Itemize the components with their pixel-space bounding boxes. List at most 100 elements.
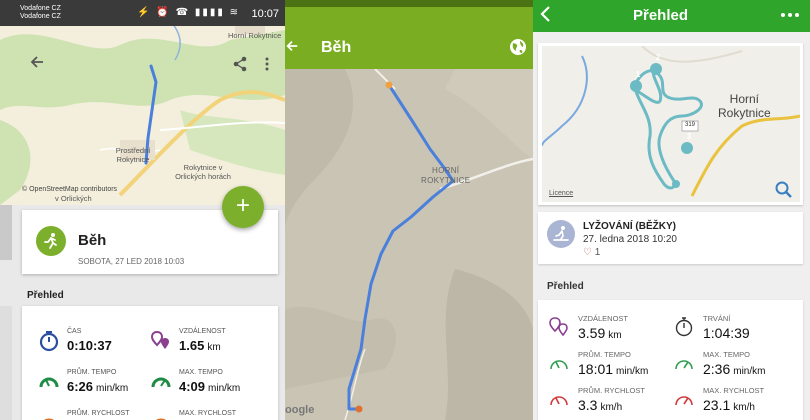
skiing-icon xyxy=(547,220,575,248)
stat-number: 3.3 xyxy=(578,397,598,413)
stat-number: 18:01 xyxy=(578,361,614,377)
gauge-icon xyxy=(675,396,693,406)
stats-card: ČAS 0:10:37 VZDÁLENOST 1.65 km PRŮM. TEMP… xyxy=(22,306,278,420)
route-marker: 1 xyxy=(635,70,641,79)
stat-value: 18:01 min/km xyxy=(578,361,648,377)
stat-unit: km/h xyxy=(733,402,755,413)
activity-date: 27. ledna 2018 10:20 xyxy=(583,234,677,245)
route-pins-icon xyxy=(150,330,169,349)
globe-icon[interactable] xyxy=(509,38,527,61)
running-icon xyxy=(36,226,66,256)
status-icons: ⚡ ⏰ ☎ ▮▮▮▮ ≋ xyxy=(137,7,240,18)
stat-label: MAX. RYCHLOST xyxy=(179,410,237,417)
magnifier-icon[interactable] xyxy=(775,181,793,199)
stat-number: 3.59 xyxy=(578,325,606,341)
stat-label: VZDÁLENOST xyxy=(179,328,226,335)
stat-number: 2:36 xyxy=(703,361,731,377)
stat-label: PRŮM. TEMPO xyxy=(578,350,631,359)
gauge-icon xyxy=(44,418,54,420)
stat-number: 1:04:39 xyxy=(703,325,750,341)
stat-unit: km xyxy=(207,342,221,353)
gauge-icon xyxy=(550,396,568,406)
town-line: ROKYTNICE xyxy=(421,176,471,185)
more-horizontal-icon[interactable] xyxy=(780,6,800,22)
stat-label: TRVÁNÍ xyxy=(703,314,731,323)
stopwatch-icon xyxy=(39,331,59,352)
page-title: Přehled xyxy=(632,7,689,24)
stat-label: MAX. TEMPO xyxy=(179,369,223,376)
gauge-icon xyxy=(156,418,166,420)
stat-value: 1.65 km xyxy=(179,338,221,353)
page-title: Běh xyxy=(321,39,352,56)
like-button[interactable]: ♡ 1 xyxy=(583,247,600,258)
map-town-label: HORNÍ ROKYTNICE xyxy=(421,166,470,186)
stat-unit: min/km xyxy=(208,383,241,394)
gauge-icon xyxy=(39,377,59,388)
stat-unit: km/h xyxy=(600,402,623,413)
route-map-card[interactable]: 1 2 3 319 Horní Rokytnice Licence xyxy=(538,43,803,205)
carrier-label: Vodafone CZ xyxy=(20,5,61,12)
status-time: 10:07 xyxy=(251,8,279,20)
map-place-label: Prostřední Rokytnice xyxy=(115,146,151,164)
like-count: 1 xyxy=(594,247,601,258)
stat-value: 1:04:39 xyxy=(703,325,753,341)
town-line: Horní xyxy=(729,92,760,106)
back-arrow-icon[interactable] xyxy=(29,54,45,75)
share-icon[interactable] xyxy=(232,56,248,77)
activity-name: Běh xyxy=(78,232,107,249)
route-pins-icon xyxy=(549,317,568,337)
stat-label: PRŮM. RYCHLOST xyxy=(67,410,130,417)
town-line: HORNÍ xyxy=(432,166,460,175)
map-place-label: v Orlických xyxy=(55,194,92,203)
stat-value: 4:09 min/km xyxy=(179,379,240,394)
stat-number: 0:10:37 xyxy=(67,338,112,353)
route-marker: 3 xyxy=(686,132,692,141)
gauge-icon xyxy=(151,377,171,388)
app-bar: Běh xyxy=(285,7,533,69)
side-strip xyxy=(0,205,12,260)
stat-label: ČAS xyxy=(67,328,82,335)
app-screen-3: Přehled 1 2 3 319 Horní Rokytnice Licenc… xyxy=(533,0,810,420)
stat-label: PRŮM. TEMPO xyxy=(67,369,117,376)
stat-value: 3.3 km/h xyxy=(578,397,622,413)
stats-card: VZDÁLENOST 3.59 km TRVÁNÍ 1:04:39 PRŮM. T… xyxy=(538,300,803,420)
heart-icon: ♡ xyxy=(583,247,592,258)
stat-value: 6:26 min/km xyxy=(67,379,128,394)
stat-label: MAX. TEMPO xyxy=(703,350,750,359)
status-bar xyxy=(285,0,533,7)
map-credit[interactable]: © OpenStreetMap contributors xyxy=(22,186,117,193)
gauge-icon xyxy=(675,360,693,370)
stat-value: 3.59 km xyxy=(578,325,622,341)
map-view[interactable] xyxy=(285,69,533,420)
section-title: Přehled xyxy=(547,281,584,292)
stat-unit: km xyxy=(608,330,622,341)
map-place-label: Horní Rokytnice xyxy=(228,31,282,40)
town-line: Rokytnice xyxy=(718,106,771,120)
stat-unit: min/km xyxy=(733,366,766,377)
route-marker: 2 xyxy=(655,53,661,62)
stat-number: 23.1 xyxy=(703,397,731,413)
licence-link[interactable]: Licence xyxy=(549,190,573,197)
stat-value: 2:36 min/km xyxy=(703,361,765,377)
stat-value: 23.1 km/h xyxy=(703,397,755,413)
stat-number: 6:26 xyxy=(67,379,94,394)
app-screen-1: Horní Rokytnice Prostřední Rokytnice Rok… xyxy=(0,0,285,420)
gauge-icon xyxy=(550,360,568,370)
stat-label: VZDÁLENOST xyxy=(578,314,629,323)
stat-unit: min/km xyxy=(616,366,649,377)
section-title: Přehled xyxy=(27,290,64,301)
stat-label: MAX. RYCHLOST xyxy=(703,386,765,395)
stat-unit: min/km xyxy=(96,383,129,394)
side-strip xyxy=(0,306,12,420)
app-screen-2: HORNÍ ROKYTNICE oogle Běh xyxy=(285,0,533,420)
google-logo: oogle xyxy=(285,404,315,416)
add-button[interactable]: + xyxy=(222,186,264,228)
more-vertical-icon[interactable] xyxy=(264,56,270,77)
map-view[interactable] xyxy=(542,46,800,202)
map-place-label: Rokytnice v Orlických horách xyxy=(175,163,231,181)
stat-number: 4:09 xyxy=(179,379,206,394)
activity-type: LYŽOVÁNÍ (BĚŽKY) xyxy=(583,221,676,232)
back-arrow-icon[interactable] xyxy=(285,37,299,58)
activity-card[interactable]: LYŽOVÁNÍ (BĚŽKY) 27. ledna 2018 10:20 ♡ … xyxy=(538,212,803,264)
carrier-label: Vodafone CZ xyxy=(20,13,61,20)
